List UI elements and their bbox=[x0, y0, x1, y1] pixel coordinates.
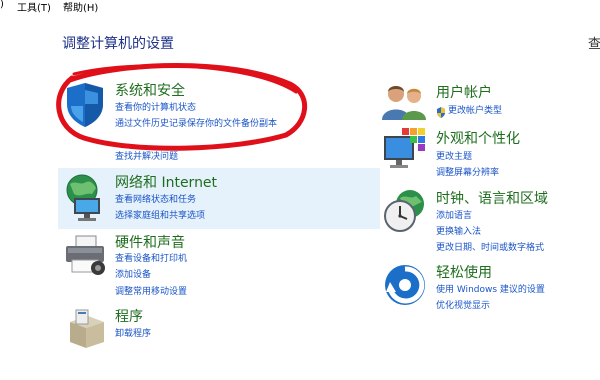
red-annotation-ellipse bbox=[56, 63, 308, 151]
